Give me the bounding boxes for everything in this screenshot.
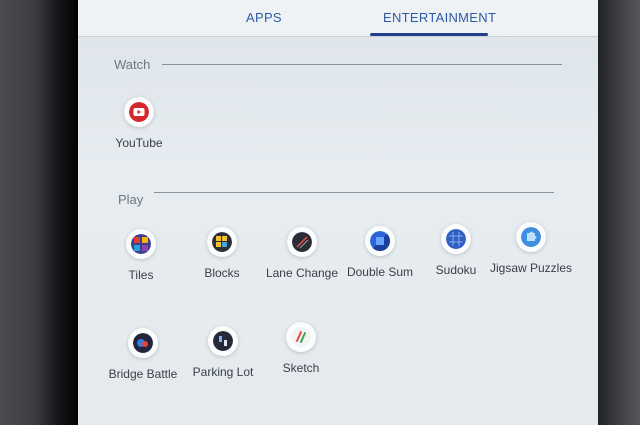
section-title-play: Play xyxy=(118,192,144,207)
app-label: Sketch xyxy=(282,361,320,375)
tab-apps[interactable]: APPS xyxy=(246,10,282,25)
lane-change-icon xyxy=(292,232,312,252)
app-lane-change[interactable]: Lane Change xyxy=(257,227,347,280)
app-label: Lane Change xyxy=(265,266,339,280)
tab-bar: APPS ENTERTAINMENT xyxy=(78,0,598,37)
bridge-battle-icon xyxy=(133,333,153,353)
jigsaw-puzzles-icon xyxy=(521,227,541,247)
app-icon-bubble xyxy=(441,224,471,254)
app-sketch[interactable]: Sketch xyxy=(256,322,346,375)
app-icon-bubble xyxy=(208,326,238,356)
app-icon-bubble xyxy=(365,226,395,256)
app-label: Blocks xyxy=(204,266,240,280)
double-sum-icon xyxy=(370,231,390,251)
section-title-watch: Watch xyxy=(114,57,151,72)
infotainment-screen: APPS ENTERTAINMENT Watch YouTube Play Ti… xyxy=(78,0,598,425)
youtube-icon xyxy=(129,102,149,122)
parking-lot-icon xyxy=(213,331,233,351)
app-icon-bubble xyxy=(516,222,546,252)
app-label: Parking Lot xyxy=(192,365,254,379)
app-label: Tiles xyxy=(128,268,154,282)
app-icon-bubble xyxy=(286,322,316,352)
tiles-icon xyxy=(131,234,151,254)
app-blocks[interactable]: Blocks xyxy=(177,227,267,280)
car-interior-left xyxy=(0,0,80,425)
app-youtube[interactable]: YouTube xyxy=(94,97,184,150)
section-divider-play xyxy=(154,192,554,193)
app-icon-bubble xyxy=(287,227,317,257)
sketch-icon xyxy=(291,327,311,347)
app-icon-bubble xyxy=(128,328,158,358)
sudoku-icon xyxy=(446,229,466,249)
active-tab-indicator xyxy=(370,33,488,36)
tab-entertainment[interactable]: ENTERTAINMENT xyxy=(383,10,496,25)
app-tiles[interactable]: Tiles xyxy=(96,229,186,282)
app-icon-bubble xyxy=(207,227,237,257)
app-icon-bubble xyxy=(124,97,154,127)
app-parking-lot[interactable]: Parking Lot xyxy=(178,326,268,379)
app-label: YouTube xyxy=(115,136,163,150)
app-icon-bubble xyxy=(126,229,156,259)
app-jigsaw-puzzles[interactable]: Jigsaw Puzzles xyxy=(486,222,576,275)
app-label: Bridge Battle xyxy=(108,367,178,381)
blocks-icon xyxy=(212,232,232,252)
app-bridge-battle[interactable]: Bridge Battle xyxy=(98,328,188,381)
app-label: Jigsaw Puzzles xyxy=(489,261,573,275)
section-divider-watch xyxy=(162,64,562,65)
